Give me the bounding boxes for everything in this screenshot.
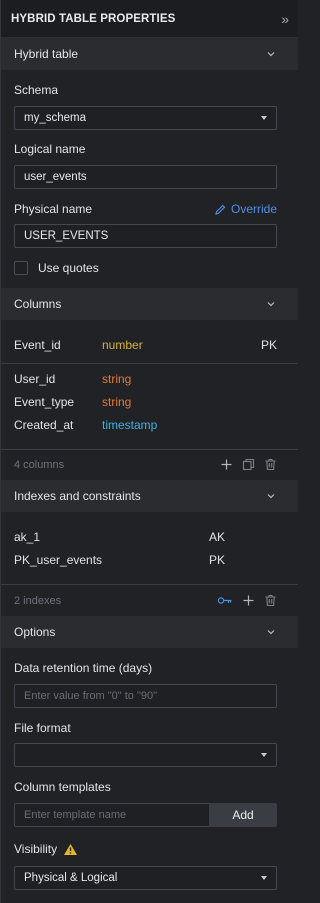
index-row[interactable]: PK_user_events PK (14, 548, 277, 571)
templates-label: Column templates (14, 780, 111, 794)
section-title-hybrid-table: Hybrid table (14, 47, 79, 61)
trash-icon[interactable] (264, 458, 277, 471)
divider (1, 363, 298, 364)
index-type: AK (209, 529, 226, 544)
section-title-indexes: Indexes and constraints (14, 489, 141, 503)
section-title-options: Options (14, 625, 56, 639)
hybrid-table-properties-panel: HYBRID TABLE PROPERTIES » Hybrid table S… (0, 0, 298, 903)
template-name-placeholder: Enter template name (24, 809, 127, 821)
chevron-down-icon (267, 302, 275, 307)
panel-title: HYBRID TABLE PROPERTIES (11, 12, 176, 25)
warning-icon (64, 843, 78, 855)
column-type: number (102, 337, 143, 352)
physical-name-input[interactable]: USER_EVENTS (14, 224, 277, 248)
add-icon[interactable] (220, 458, 233, 471)
key-icon[interactable] (217, 594, 233, 607)
use-quotes-row: Use quotes (14, 261, 298, 275)
indexes-count: 2 indexes (14, 594, 62, 607)
indexes-list: ak_1 AK PK_user_events PK (1, 525, 298, 571)
schema-select[interactable]: my_schema (14, 106, 277, 130)
retention-label: Data retention time (days) (14, 661, 153, 675)
visibility-select[interactable]: Physical & Logical (14, 866, 277, 890)
override-link[interactable]: Override (214, 202, 277, 216)
visibility-label: Visibility (14, 842, 58, 856)
column-row[interactable]: User_id string (14, 367, 277, 390)
columns-count: 4 columns (14, 458, 65, 471)
retention-group: Data retention time (days) (1, 661, 298, 675)
file-format-group: File format (1, 721, 298, 735)
dropdown-caret-icon (261, 876, 267, 880)
divider (1, 584, 298, 585)
index-name: ak_1 (14, 529, 41, 544)
indexes-toolbar (217, 594, 277, 607)
index-type: PK (209, 552, 226, 567)
visibility-value: Physical & Logical (24, 872, 118, 884)
section-header-options[interactable]: Options (1, 616, 298, 648)
column-type: timestamp (102, 417, 158, 432)
logical-name-input[interactable]: user_events (14, 165, 277, 189)
primary-key-badge: PK (260, 337, 277, 352)
column-name: User_id (14, 371, 56, 386)
column-type: string (102, 371, 132, 386)
override-label: Override (230, 202, 277, 216)
physical-name-group: Physical name Override (1, 202, 298, 216)
columns-list: User_id string Event_type string Created… (1, 367, 298, 436)
columns-toolbar (220, 458, 277, 471)
dropdown-caret-icon (261, 116, 267, 120)
physical-name-value: USER_EVENTS (24, 230, 109, 242)
column-name: Event_type (14, 394, 75, 409)
column-type: string (102, 394, 132, 409)
file-format-select[interactable] (14, 743, 277, 767)
column-name: Created_at (14, 417, 74, 432)
visibility-group: Visibility (1, 842, 298, 856)
schema-group: Schema (1, 83, 298, 97)
dropdown-caret-icon (261, 753, 267, 757)
column-row[interactable]: Created_at timestamp (14, 413, 277, 436)
pk-columns-list: Event_id number PK (1, 333, 298, 356)
add-icon[interactable] (242, 594, 255, 607)
templates-row: Enter template name Add (14, 803, 277, 827)
columns-footer: 4 columns (1, 450, 298, 479)
pencil-icon (215, 204, 226, 215)
template-name-input[interactable]: Enter template name (14, 803, 209, 827)
use-quotes-label: Use quotes (38, 261, 99, 275)
column-name: Event_id (14, 337, 61, 352)
use-quotes-checkbox[interactable] (14, 261, 28, 275)
logical-name-label: Logical name (14, 142, 86, 156)
panel-header: HYBRID TABLE PROPERTIES » (1, 0, 298, 38)
chevron-down-icon (267, 630, 275, 635)
schema-value: my_schema (24, 112, 86, 124)
chevron-down-icon (267, 52, 275, 57)
schema-label: Schema (14, 83, 59, 97)
column-row[interactable]: Event_id number PK (14, 333, 277, 356)
collapse-panel-icon[interactable]: » (281, 11, 289, 27)
add-template-button[interactable]: Add (209, 803, 277, 827)
column-row[interactable]: Event_type string (14, 390, 277, 413)
trash-icon[interactable] (264, 594, 277, 607)
section-header-indexes[interactable]: Indexes and constraints (1, 480, 298, 512)
chevron-down-icon (267, 494, 275, 499)
retention-placeholder: Enter value from "0" to "90" (24, 690, 158, 702)
copy-icon[interactable] (242, 458, 255, 471)
templates-group: Column templates (1, 780, 298, 794)
file-format-label: File format (14, 721, 71, 735)
index-row[interactable]: ak_1 AK (14, 525, 277, 548)
index-name: PK_user_events (14, 552, 103, 567)
physical-name-label: Physical name (14, 202, 93, 216)
section-header-hybrid-table[interactable]: Hybrid table (1, 38, 298, 70)
indexes-footer: 2 indexes (1, 586, 298, 615)
logical-name-group: Logical name (1, 142, 298, 156)
retention-input[interactable]: Enter value from "0" to "90" (14, 684, 277, 708)
logical-name-value: user_events (24, 171, 87, 183)
section-title-columns: Columns (14, 297, 62, 311)
section-header-columns[interactable]: Columns (1, 288, 298, 320)
